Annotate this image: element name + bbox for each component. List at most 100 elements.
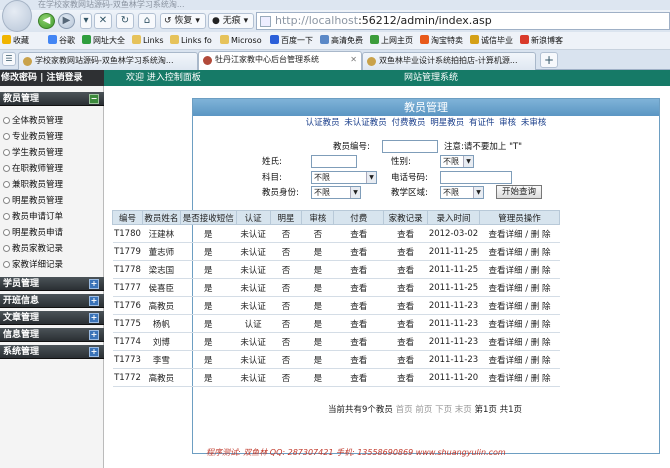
favorite-item[interactable]: Links fo — [170, 35, 212, 47]
sidebar-item[interactable]: 专业教员管理 — [3, 130, 101, 145]
favorite-item[interactable]: 百度一下 — [270, 35, 313, 47]
favorite-item[interactable]: 新浪博客 — [520, 35, 563, 47]
tab-list-icon[interactable]: ☰ — [2, 52, 16, 66]
gender-select[interactable]: 不限 ▼ — [440, 155, 474, 168]
sidebar-item[interactable]: 学生教员管理 — [3, 146, 101, 161]
sidebar-item[interactable]: 教员家教记录 — [3, 242, 101, 257]
sidebar-section-students[interactable]: 学员管理 + — [0, 277, 104, 291]
dropdown-chevron-icon[interactable]: ▾ — [80, 13, 92, 29]
last-page-link[interactable]: 末页 — [455, 405, 472, 415]
filter-link-certified[interactable]: 认证教员 — [306, 118, 340, 128]
browser-tab[interactable]: 学校家教网站源码-双鱼林学习系统淘... — [18, 52, 198, 70]
expand-icon[interactable]: + — [89, 296, 99, 306]
sidebar-item[interactable]: 教员申请订单 — [3, 210, 101, 225]
sidebar-section-classes[interactable]: 开班信息 + — [0, 294, 104, 308]
row-record-link[interactable]: 查看 — [383, 368, 428, 387]
row-record-link[interactable]: 查看 — [383, 332, 428, 351]
row-record-link[interactable]: 查看 — [383, 242, 428, 261]
browser-tab[interactable]: 双鱼林毕业设计系统拍拍店-计算机源... — [362, 52, 536, 70]
row-record-link[interactable]: 查看 — [383, 260, 428, 279]
filter-link-star[interactable]: 明星教员 — [430, 118, 464, 128]
row-actions[interactable]: 查看详细 / 删 除 — [479, 296, 560, 315]
filter-link-has-id[interactable]: 有证件 — [469, 118, 495, 128]
prev-page-link[interactable]: 前页 — [415, 405, 432, 415]
row-pay-link[interactable]: 查看 — [333, 368, 384, 387]
favorite-item[interactable]: Links — [132, 35, 164, 47]
row-pay-link[interactable]: 查看 — [333, 296, 384, 315]
row-pay-link[interactable]: 查看 — [333, 350, 384, 369]
private-mode-button[interactable]: ● 无痕 ▾ — [208, 13, 254, 29]
search-button[interactable]: 开始查询 — [496, 185, 542, 199]
expand-icon[interactable]: + — [89, 313, 99, 323]
favorite-item[interactable]: 谷歌 — [48, 35, 75, 47]
account-links[interactable]: 修改密码 | 注销登录 — [0, 70, 104, 86]
row-record-link[interactable]: 查看 — [383, 350, 428, 369]
restore-button[interactable]: ↺ 恢复 ▾ — [160, 13, 206, 29]
sidebar-item[interactable]: 全体教员管理 — [3, 114, 101, 129]
sidebar-section-articles[interactable]: 文章管理 + — [0, 311, 104, 325]
favorite-item[interactable]: 上网主页 — [370, 35, 413, 47]
expand-icon[interactable]: + — [89, 279, 99, 289]
row-actions[interactable]: 查看详细 / 删 除 — [479, 260, 560, 279]
collapse-icon[interactable]: − — [89, 94, 99, 104]
bullet-icon — [3, 133, 10, 140]
row-actions[interactable]: 查看详细 / 删 除 — [479, 242, 560, 261]
favorite-item[interactable]: 诚信毕业 — [470, 35, 513, 47]
row-pay-link[interactable]: 查看 — [333, 224, 384, 243]
filter-link-uncertified[interactable]: 未认证教员 — [344, 118, 387, 128]
row-actions[interactable]: 查看详细 / 删 除 — [479, 278, 560, 297]
teacher-id-input[interactable] — [382, 140, 438, 153]
sidebar-section-teachers[interactable]: 教员管理 − — [0, 92, 104, 106]
row-actions[interactable]: 查看详细 / 删 除 — [479, 314, 560, 333]
row-actions[interactable]: 查看详细 / 删 除 — [479, 350, 560, 369]
sidebar-section-info[interactable]: 信息管理 + — [0, 328, 104, 342]
private-icon: ● — [212, 16, 220, 26]
sidebar-item[interactable]: 兼职教员管理 — [3, 178, 101, 193]
next-page-link[interactable]: 下页 — [435, 405, 452, 415]
sidebar-item[interactable]: 明星教员申请 — [3, 226, 101, 241]
sidebar-item[interactable]: 在职教师管理 — [3, 162, 101, 177]
favorite-item[interactable]: 收藏 — [2, 35, 29, 47]
favorite-item[interactable]: Microso — [220, 35, 262, 47]
row-record-link[interactable]: 查看 — [383, 296, 428, 315]
favorite-item[interactable]: 高清免费 — [320, 35, 363, 47]
home-icon[interactable]: ⌂ — [138, 13, 156, 29]
refresh-icon[interactable]: ↻ — [116, 13, 134, 29]
row-pay-link[interactable]: 查看 — [333, 242, 384, 261]
row-pay-link[interactable]: 查看 — [333, 278, 384, 297]
sidebar-item[interactable]: 家教详细记录 — [3, 258, 101, 273]
phone-input[interactable] — [440, 171, 512, 184]
browser-tab-active[interactable]: 牡丹江家教中心后台管理系统 ✕ — [198, 51, 362, 70]
sidebar-item[interactable]: 明星教员管理 — [3, 194, 101, 209]
favorite-item[interactable]: 网址大全 — [82, 35, 125, 47]
row-actions[interactable]: 查看详细 / 删 除 — [479, 368, 560, 387]
expand-icon[interactable]: + — [89, 330, 99, 340]
row-record-link[interactable]: 查看 — [383, 278, 428, 297]
row-pay-link[interactable]: 查看 — [333, 314, 384, 333]
filter-link-reviewed[interactable]: 审核 — [499, 118, 516, 128]
identity-select[interactable]: 不限 ▼ — [311, 186, 361, 199]
surname-input[interactable] — [311, 155, 357, 168]
forward-arrow-icon[interactable]: ▶ — [58, 13, 75, 29]
subject-select[interactable]: 不限 ▼ — [311, 171, 377, 184]
area-select[interactable]: 不限 ▼ — [440, 186, 484, 199]
new-tab-button[interactable]: + — [540, 52, 558, 68]
close-tab-icon[interactable]: ✕ — [350, 52, 357, 68]
row-pay-link[interactable]: 查看 — [333, 260, 384, 279]
row-record-link[interactable]: 查看 — [383, 314, 428, 333]
row-actions[interactable]: 查看详细 / 删 除 — [479, 224, 560, 243]
address-bar[interactable]: http://localhost:56212/admin/index.asp — [256, 12, 670, 30]
favorite-item[interactable]: 淘宝特卖 — [420, 35, 463, 47]
chevron-down-icon: ▾ — [195, 16, 200, 26]
row-record-link[interactable]: 查看 — [383, 224, 428, 243]
first-page-link[interactable]: 首页 — [396, 405, 413, 415]
row-actions[interactable]: 查看详细 / 删 除 — [479, 332, 560, 351]
row-id: T1780 — [112, 224, 143, 243]
row-pay-link[interactable]: 查看 — [333, 332, 384, 351]
sidebar-section-system[interactable]: 系统管理 + — [0, 345, 104, 359]
stop-icon[interactable]: ✕ — [94, 13, 112, 29]
filter-link-unreviewed[interactable]: 未审核 — [521, 118, 547, 128]
expand-icon[interactable]: + — [89, 347, 99, 357]
filter-link-paid[interactable]: 付费教员 — [392, 118, 426, 128]
back-arrow-icon[interactable]: ◀ — [38, 13, 55, 29]
